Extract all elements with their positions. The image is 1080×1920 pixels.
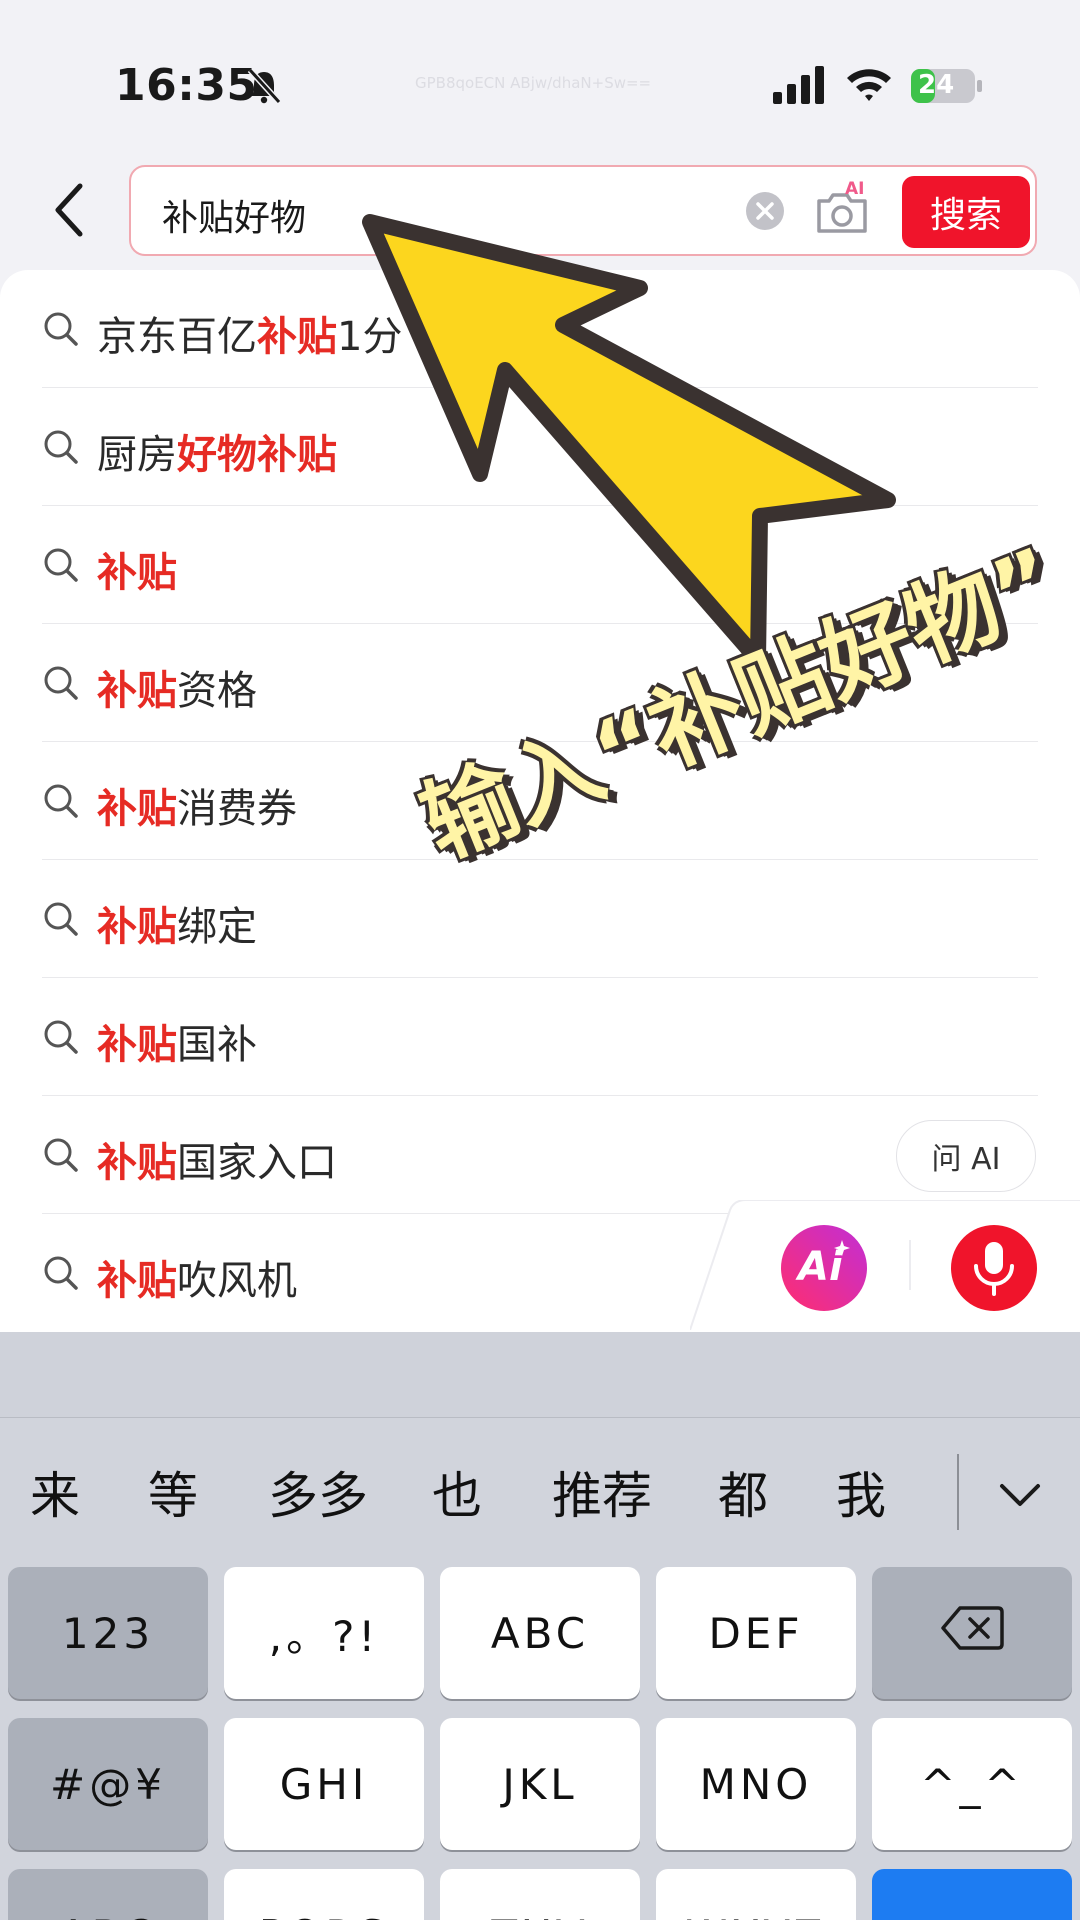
suggestion-highlight: 补贴 — [97, 1258, 177, 1304]
key[interactable]: WXYZ — [656, 1869, 856, 1920]
suggestion-highlight: 补贴 — [97, 904, 177, 950]
suggestion-part: 资格 — [177, 668, 257, 714]
search-key[interactable] — [872, 1869, 1072, 1920]
battery-indicator: 24 — [910, 68, 984, 104]
key[interactable]: TUV — [440, 1869, 640, 1920]
suggestion-part: 厨房 — [97, 432, 177, 478]
suggestion-part: 消费券 — [177, 786, 297, 832]
search-icon — [42, 310, 80, 348]
status-time: 16:35 — [115, 60, 258, 111]
ai-assistant-button[interactable]: Ai — [780, 1224, 868, 1312]
suggestion-text: 厨房好物补贴 — [97, 422, 337, 480]
suggestion-text: 补贴国家入口 — [97, 1130, 337, 1188]
camera-ai-button[interactable]: AI — [813, 179, 871, 237]
candidate-word[interactable]: 我 — [836, 1456, 886, 1528]
suggestion-item[interactable]: 补贴国补 — [0, 978, 1080, 1096]
key[interactable]: GHI — [224, 1718, 424, 1850]
candidate-word[interactable]: 也 — [432, 1456, 482, 1528]
microphone-icon[interactable] — [950, 1224, 1038, 1312]
suggestion-highlight: 补贴 — [97, 786, 177, 832]
candidate-word[interactable]: 都 — [718, 1456, 768, 1528]
suggestion-highlight: 补贴 — [97, 1140, 177, 1186]
search-icon — [42, 900, 80, 938]
camera-ai-badge: AI — [845, 179, 865, 199]
battery-level: 24 — [918, 70, 955, 100]
suggestion-part: 绑定 — [177, 904, 257, 950]
suggestion-highlight: 好物补贴 — [177, 432, 337, 478]
suggestion-text: 补贴 — [97, 540, 177, 598]
search-icon — [42, 428, 80, 466]
suggestion-item[interactable]: 补贴消费券 — [0, 742, 1080, 860]
suggestion-part: 1分 — [337, 314, 403, 360]
backspace-key[interactable] — [872, 1567, 1072, 1699]
ai-button-label: Ai — [798, 1244, 843, 1290]
search-box[interactable]: 补贴好物 AI 搜索 — [129, 165, 1037, 256]
signal-icon — [773, 66, 824, 104]
suggestion-part: 国补 — [177, 1022, 257, 1068]
search-icon — [42, 1136, 80, 1174]
suggestion-highlight: 补贴 — [257, 314, 337, 360]
key[interactable]: 123 — [8, 1567, 208, 1699]
candidate-word[interactable]: 来 — [30, 1456, 80, 1528]
key[interactable]: JKL — [440, 1718, 640, 1850]
key[interactable]: ^_^ — [872, 1718, 1072, 1850]
keyboard-top-bar — [0, 1332, 1080, 1418]
search-icon — [42, 664, 80, 702]
search-icon — [42, 782, 80, 820]
clear-icon[interactable] — [745, 191, 785, 231]
search-input[interactable]: 补贴好物 — [162, 189, 306, 241]
suggestion-item[interactable]: 厨房好物补贴 — [0, 388, 1080, 506]
key[interactable]: ABC — [440, 1567, 640, 1699]
search-icon — [42, 546, 80, 584]
bell-muted-icon — [247, 67, 282, 105]
candidate-word[interactable]: 多多 — [268, 1456, 368, 1528]
search-icon — [42, 1018, 80, 1056]
suggestion-item[interactable]: 京东百亿补贴1分 — [0, 270, 1080, 388]
ask-ai-button[interactable]: 问 AI — [896, 1120, 1036, 1192]
suggestion-item[interactable]: 补贴资格 — [0, 624, 1080, 742]
suggestion-part: 吹风机 — [177, 1258, 297, 1304]
key[interactable]: ,。?! — [224, 1567, 424, 1699]
watermark-text: GPB8qoECN ABjw/dhaN+Sw== — [415, 74, 652, 92]
chevron-down-icon[interactable] — [996, 1470, 1044, 1518]
suggestion-item[interactable]: 补贴 — [0, 506, 1080, 624]
suggestion-text: 京东百亿补贴1分 — [97, 304, 402, 362]
wifi-icon — [847, 69, 891, 101]
suggestion-highlight: 补贴 — [97, 1022, 177, 1068]
candidate-word[interactable]: 推荐 — [552, 1456, 652, 1528]
suggestion-part: 京东百亿 — [97, 314, 257, 360]
key[interactable]: DEF — [656, 1567, 856, 1699]
suggestion-text: 补贴资格 — [97, 658, 257, 716]
keyboard: 来等多多也推荐都我 123,。?!ABCDEF#@¥GHIJKLMNO^_^AB… — [0, 1332, 1080, 1920]
suggestion-part: 国家入口 — [177, 1140, 337, 1186]
suggestion-text: 补贴消费券 — [97, 776, 297, 834]
key[interactable]: PQRS — [224, 1869, 424, 1920]
suggestion-highlight: 补贴 — [97, 550, 177, 596]
suggestion-highlight: 补贴 — [97, 668, 177, 714]
search-button[interactable]: 搜索 — [902, 176, 1030, 248]
candidate-divider — [957, 1454, 959, 1530]
key[interactable]: #@¥ — [8, 1718, 208, 1850]
key[interactable]: ABC — [8, 1869, 208, 1920]
key[interactable]: MNO — [656, 1718, 856, 1850]
suggestion-text: 补贴绑定 — [97, 894, 257, 952]
back-button[interactable] — [48, 180, 90, 240]
suggestion-item[interactable]: 补贴绑定 — [0, 860, 1080, 978]
candidate-word[interactable]: 等 — [148, 1456, 198, 1528]
search-icon — [42, 1254, 80, 1292]
suggestion-text: 补贴国补 — [97, 1012, 257, 1070]
status-bar: 16:35 GPB8qoECN ABjw/dhaN+Sw== 24 — [0, 0, 1080, 160]
backspace-icon — [940, 1604, 1004, 1662]
suggestion-text: 补贴吹风机 — [97, 1248, 297, 1306]
